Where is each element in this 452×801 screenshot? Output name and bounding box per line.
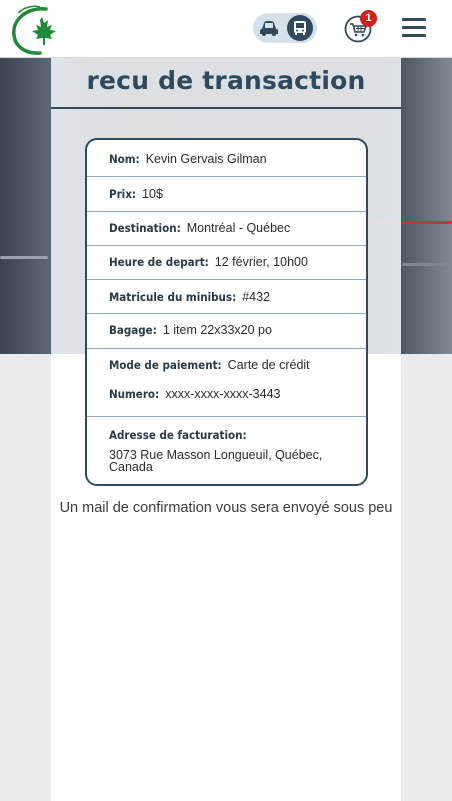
- heure-value: 12 février, 10h00: [214, 255, 308, 269]
- receipt-row-destination: Destination: Montréal - Québec: [87, 212, 366, 246]
- adresse-label: Adresse de facturation:: [109, 428, 247, 442]
- receipt-row-prix: Prix: 10$: [87, 177, 366, 212]
- receipt-row-nom: Nom: Kevin Gervais Gilman: [87, 140, 366, 177]
- nom-value: Kevin Gervais Gilman: [145, 152, 267, 166]
- hamburger-menu-icon[interactable]: [402, 18, 426, 38]
- car-icon[interactable]: [259, 19, 279, 37]
- maple-leaf-logo[interactable]: [10, 5, 62, 55]
- prix-label: Prix:: [109, 187, 137, 201]
- title-divider: [51, 107, 401, 109]
- receipt-row-heure: Heure de depart: 12 février, 10h00: [87, 246, 366, 280]
- receipt-row-matricule: Matricule du minibus: #432: [87, 280, 366, 314]
- numero-label: Numero:: [109, 387, 160, 401]
- receipt-row-adresse: Adresse de facturation: 3073 Rue Masson …: [87, 417, 366, 484]
- receipt-row-bagage: Bagage: 1 item 22x33x20 po: [87, 314, 366, 349]
- bus-icon: [294, 21, 306, 35]
- heure-label: Heure de depart:: [109, 255, 209, 269]
- adresse-value: 3073 Rue Masson Longueuil, Québec, Canad…: [109, 448, 323, 474]
- matricule-value: #432: [242, 290, 271, 304]
- numero-value: xxxx-xxxx-xxxx-3443: [165, 387, 281, 401]
- page-title: recu de transaction: [86, 66, 366, 95]
- destination-label: Destination:: [109, 221, 181, 235]
- receipt-card: Nom: Kevin Gervais Gilman Prix: 10$ Destin…: [85, 138, 368, 486]
- app-header: 1: [0, 0, 452, 58]
- bagage-label: Bagage:: [109, 323, 157, 337]
- prix-value: 10$: [142, 187, 163, 201]
- bagage-value: 1 item 22x33x20 po: [162, 323, 272, 337]
- receipt-row-paiement: Mode de paiement: Carte de crédit Numero:…: [87, 349, 366, 417]
- bus-mode-button[interactable]: [287, 15, 313, 41]
- confirmation-message: Un mail de confirmation vous sera envoyé…: [59, 500, 393, 516]
- nom-label: Nom:: [109, 152, 140, 166]
- destination-value: Montréal - Québec: [186, 221, 291, 235]
- matricule-label: Matricule du minibus:: [109, 290, 237, 304]
- paiement-label: Mode de paiement:: [109, 358, 222, 372]
- cart-count-badge: 1: [360, 10, 377, 27]
- transport-mode-toggle[interactable]: [253, 13, 317, 43]
- paiement-value: Carte de crédit: [227, 358, 310, 372]
